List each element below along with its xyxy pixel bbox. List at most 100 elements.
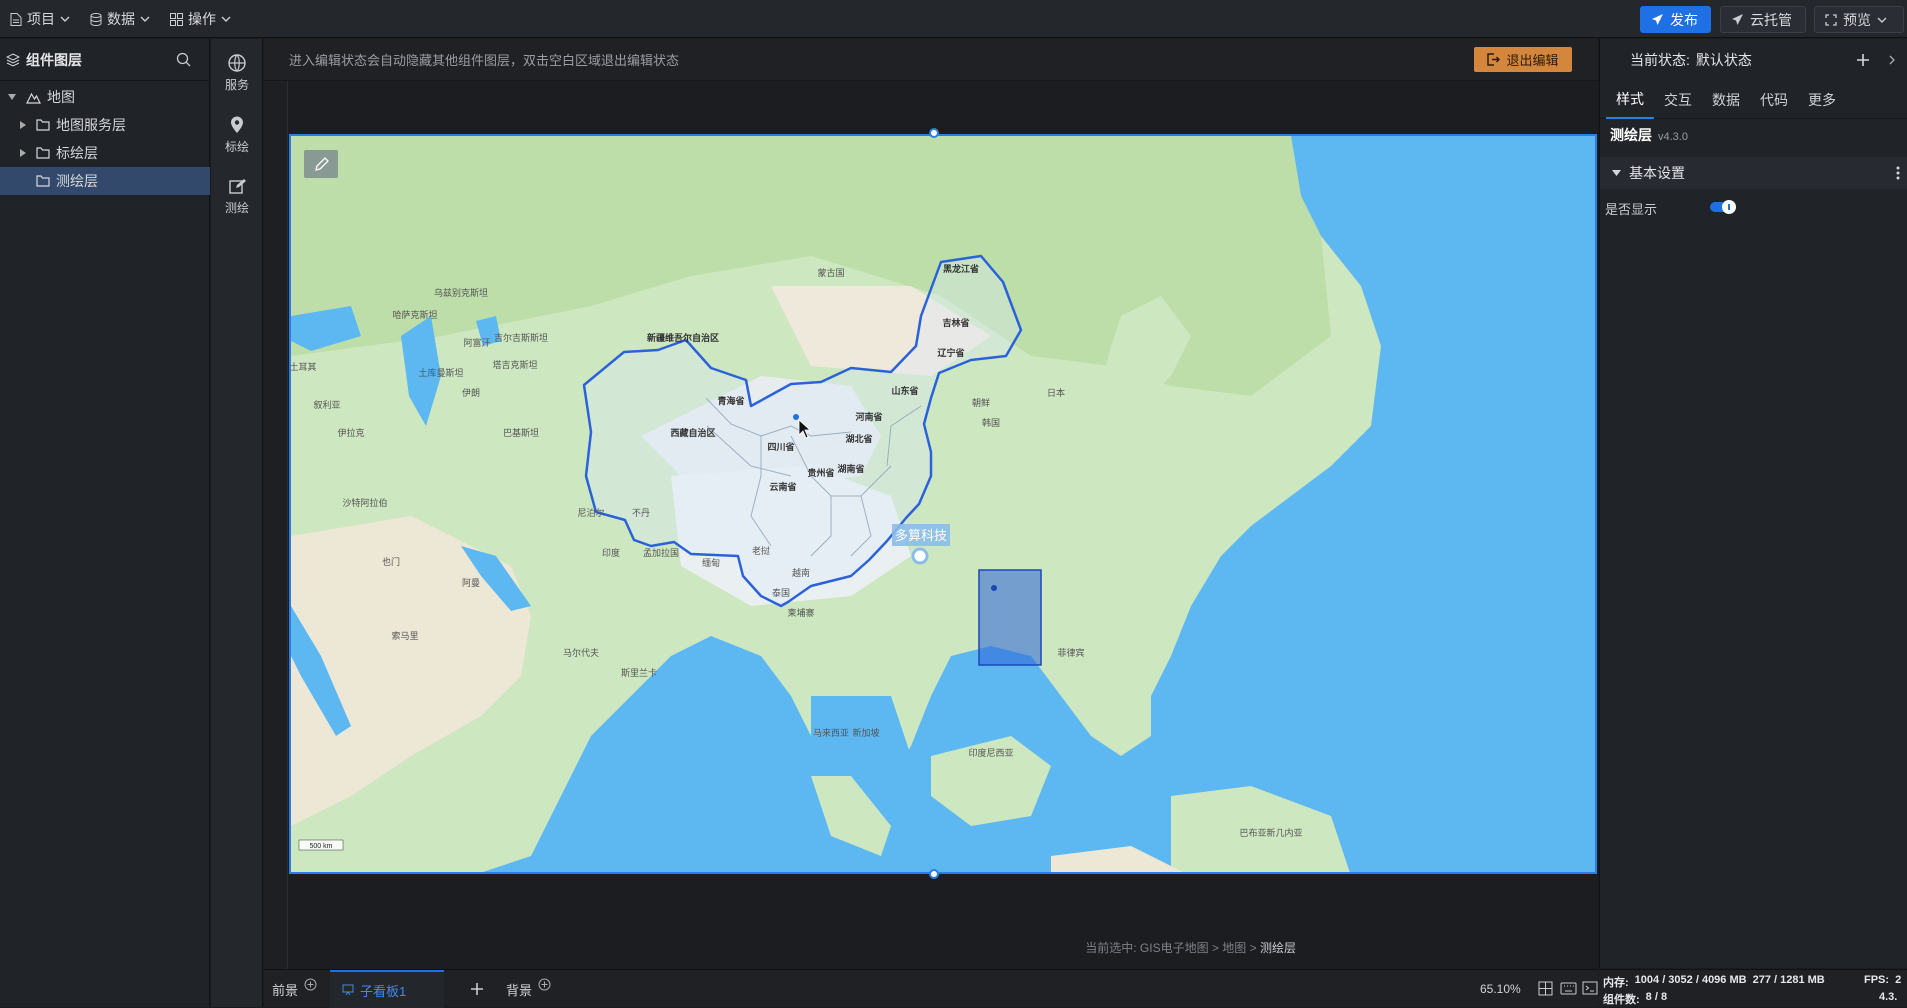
map-place-label: 土库曼斯坦 [418,367,463,378]
tab-foreground[interactable]: 前景 [272,970,317,1008]
cloud-hosting-button[interactable]: 云托管 [1720,6,1806,33]
map-place-label: 伊朗 [462,387,480,398]
breadcrumb-item[interactable]: GIS电子地图 [1140,941,1209,955]
caret-right-icon[interactable] [20,121,26,129]
props-tabs: 样式 交互 数据 代码 更多 [1600,81,1907,119]
map-place-label: 辽宁省 [937,347,964,358]
edit-hint-bar: 进入编辑状态会自动隐藏其他组件图层，双击空白区域退出编辑状态 退出编辑 [264,39,1598,81]
fps-readout: FPS: 2 [1864,974,1901,986]
preview-label: 预览 [1843,11,1871,28]
map-place-label: 伊拉克 [337,427,364,438]
preview-button[interactable]: 预览 [1814,6,1904,33]
chevron-right-icon[interactable] [1889,55,1895,65]
breadcrumb-prefix: 当前选中: [1085,941,1137,955]
component-version: v4.3.0 [1658,131,1688,143]
map-place-label: 巴布亚新几内亚 [1239,827,1302,838]
breadcrumb-current: 测绘层 [1259,941,1296,955]
zoom-value: 65.10% [1480,982,1521,996]
tab-data[interactable]: 数据 [1702,81,1750,119]
fps-value: 2 [1895,974,1902,986]
map-place-label: 黑龙江省 [943,263,979,274]
section-title: 基本设置 [1629,165,1685,181]
map-edit-toggle-button[interactable] [304,150,338,178]
component-name: 测绘层 [1610,127,1652,143]
tree-item-plot-layer[interactable]: 标绘层 [0,139,210,167]
map-place-label: 西藏自治区 [670,427,715,438]
vertical-ruler [264,81,288,969]
components-value: 8 / 8 [1645,991,1668,1003]
map-place-label: 新加坡 [852,727,879,738]
menu-data[interactable]: 数据 [90,0,150,38]
pencil-icon [314,156,329,171]
map-place-label: 山东省 [891,385,918,396]
menu-label: 操作 [188,11,216,27]
tree-item-map[interactable]: 地图 [0,83,210,111]
tab-code[interactable]: 代码 [1750,81,1798,119]
menu-project[interactable]: 项目 [10,0,70,38]
menu-label: 项目 [27,11,55,27]
hainan-marker [991,585,997,591]
map-view[interactable]: 多算科技 500 km 新疆维吾尔自治区 西藏自治区 青海省 四川省 云南省 贵州省 湖南省… [289,134,1597,874]
survey-tool-button[interactable]: 测绘 [211,171,263,223]
tab-background[interactable]: 背景 [506,970,551,1008]
cloud-label: 云托管 [1750,11,1792,28]
map-place-label: 朝鲜 [972,397,990,408]
resize-handle-bottom[interactable] [929,869,939,879]
publish-label: 发布 [1670,11,1698,28]
marker-label-text: 多算科技 [895,528,947,543]
database-icon [90,12,102,26]
plot-label: 标绘 [224,139,249,154]
service-tool-button[interactable]: 服务 [211,47,263,99]
publish-button[interactable]: 发布 [1640,6,1711,33]
map-place-label: 马尔代夫 [563,647,599,658]
search-icon[interactable] [176,52,191,67]
tab-sub-board[interactable]: 子看板1 [330,970,444,1008]
map-place-label: 贵州省 [807,467,834,478]
map-place-label: 不丹 [632,508,650,518]
terminal-icon[interactable] [1582,981,1598,995]
caret-right-icon[interactable] [20,149,26,157]
send-icon [1652,14,1663,25]
caret-down-icon[interactable] [8,93,16,101]
map-place-label: 马来西亚 [813,728,849,738]
version-readout: 4.3. [1879,991,1898,1003]
more-vertical-icon[interactable] [1896,166,1900,180]
map-place-label: 孟加拉国 [643,547,679,558]
top-bar: 项目 数据 操作 发布 云托管 预览 [0,0,1907,38]
add-icon[interactable] [470,982,484,996]
plot-tool-button[interactable]: 标绘 [211,109,263,161]
tree-item-label: 测绘层 [56,173,98,189]
add-circle-icon[interactable] [304,978,317,991]
map-place-label: 乌兹别克斯坦 [434,287,488,298]
section-basic-settings[interactable]: 基本设置 [1600,157,1907,189]
show-label: 是否显示 [1605,202,1658,217]
tree-item-map-service-layer[interactable]: 地图服务层 [0,111,210,139]
tab-label: 子看板1 [360,983,407,999]
map-canvas[interactable]: 多算科技 500 km 新疆维吾尔自治区西藏自治区 青海省四川省云南省贵州省 湖南省… [291,136,1597,874]
map-place-label: 吉林省 [942,317,969,328]
map-place-label: 阿富汗 [463,337,490,348]
map-place-label: 阿曼 [462,578,480,588]
tab-interaction[interactable]: 交互 [1654,81,1702,119]
tab-label: 背景 [506,982,533,998]
map-place-label: 韩国 [982,417,1000,428]
add-circle-icon[interactable] [538,978,551,991]
state-value[interactable]: 默认状态 [1696,50,1752,70]
resize-handle-top[interactable] [929,128,939,138]
globe-icon [228,53,246,72]
fit-screen-icon[interactable] [1538,981,1553,996]
map-place-label: 菲律宾 [1057,647,1084,658]
tree-item-survey-layer[interactable]: 测绘层 [0,167,210,195]
exit-edit-button[interactable]: 退出编辑 [1474,47,1572,72]
breadcrumb-item[interactable]: 地图 [1222,941,1246,955]
tree-item-label: 地图服务层 [56,117,126,133]
tab-more[interactable]: 更多 [1798,81,1846,119]
add-icon[interactable] [1856,53,1870,67]
show-toggle[interactable] [1710,200,1736,214]
menu-operation[interactable]: 操作 [170,0,231,38]
zoom-level[interactable]: 65.10% [1480,970,1521,1008]
keyboard-icon[interactable] [1560,982,1577,995]
map-place-label: 印度尼西亚 [968,747,1013,758]
map-place-label: 柬埔寨 [787,607,814,618]
tab-style[interactable]: 样式 [1606,81,1654,119]
